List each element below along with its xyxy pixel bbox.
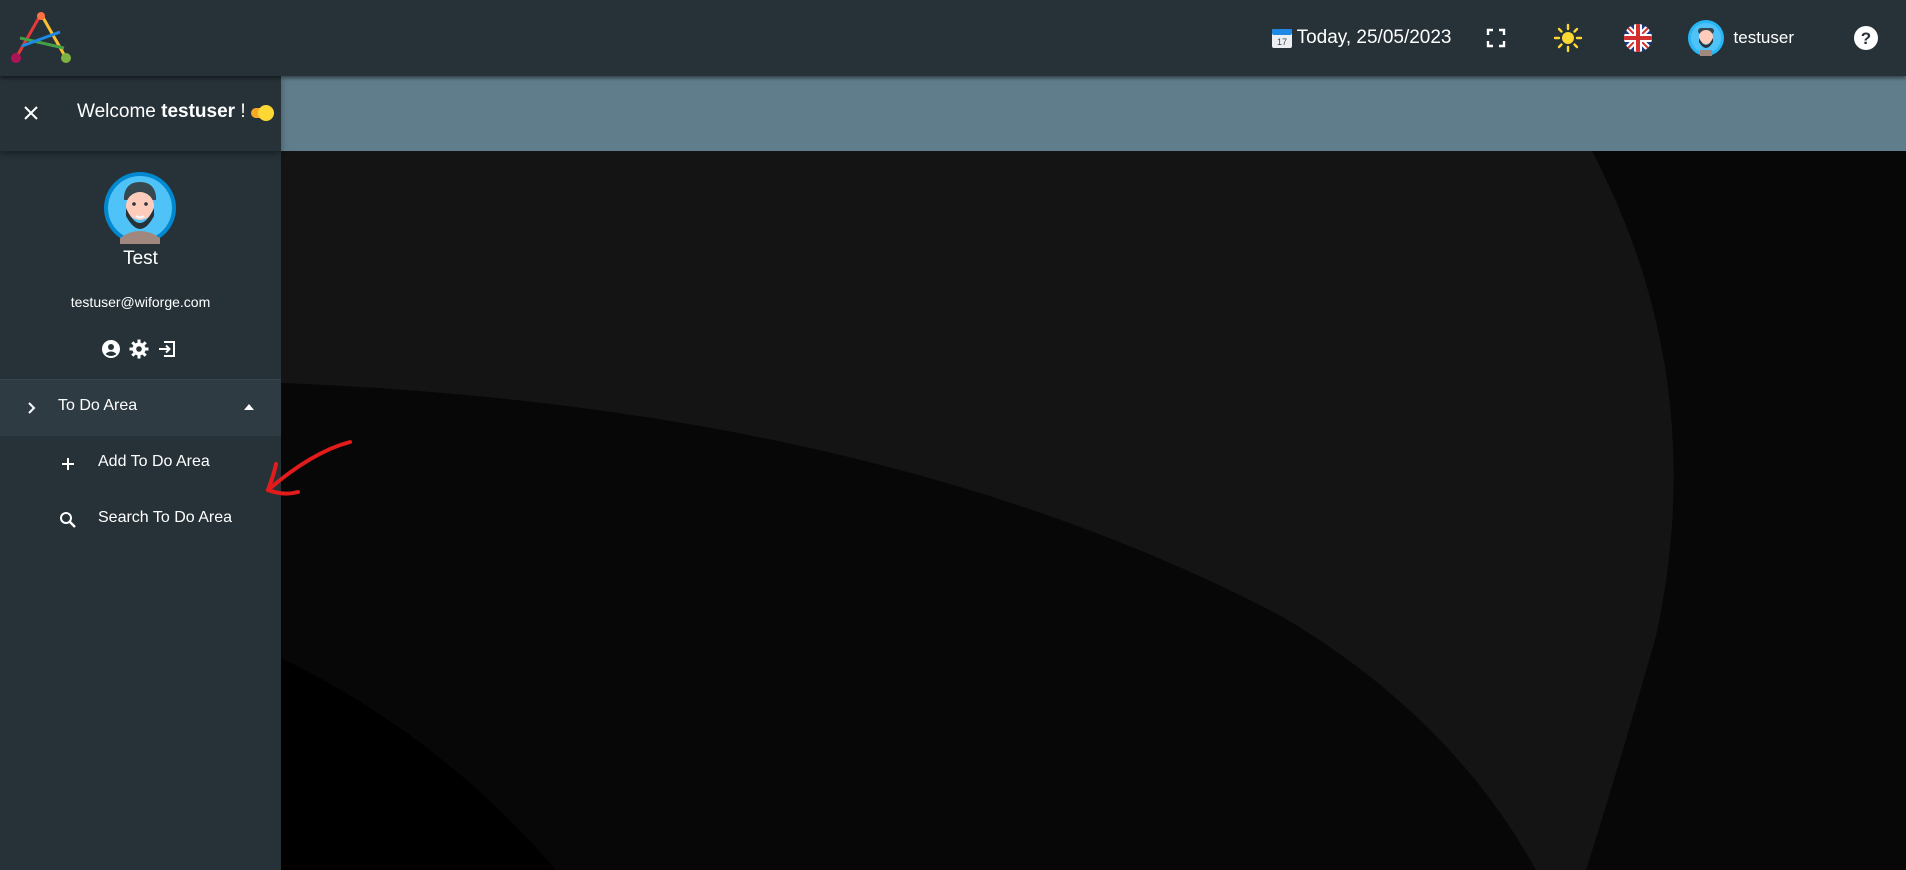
search-icon [60,512,76,528]
help-icon: ? [1854,26,1878,50]
profile-actions [100,338,178,360]
user-menu[interactable]: testuser [1687,20,1794,56]
profile-button[interactable] [100,338,122,360]
app-logo[interactable] [8,8,76,68]
welcome-username: testuser [161,101,236,122]
sidebar-item-search-todo-area[interactable]: Search To Do Area [0,492,281,548]
welcome-message: Welcome testuser ! [77,101,246,122]
date-text: Today, 25/05/2023 [1296,27,1452,48]
top-app-bar: 17 Today, 25/05/2023 testuser ? [0,0,1906,76]
sidebar: Welcome testuser ! Test testuser@wiforge… [0,76,281,870]
theme-toggle-button[interactable] [1548,18,1588,58]
toggle-icon[interactable] [250,103,276,123]
profile-email: testuser@wiforge.com [70,294,211,310]
avatar [1687,20,1724,56]
sun-icon [1553,23,1582,53]
help-button[interactable]: ? [1846,18,1886,58]
plus-icon [62,458,74,470]
logout-icon [159,341,175,357]
welcome-bar: Welcome testuser ! [0,76,281,151]
chevron-right-icon [28,402,36,414]
fullscreen-icon [1486,28,1505,48]
svg-text:17: 17 [1277,37,1287,47]
sidebar-item-add-todo-area[interactable]: Add To Do Area [0,436,281,492]
sidebar-item-label: Add To Do Area [98,453,210,470]
fullscreen-button[interactable] [1476,18,1516,58]
username-label: testuser [1733,28,1794,47]
menu-group-label: To Do Area [58,397,138,414]
profile-name: Test [123,248,158,269]
logout-button[interactable] [156,338,178,360]
settings-button[interactable] [128,338,150,360]
close-icon [24,106,38,120]
calendar-icon: 17 [1271,29,1292,48]
sidebar-item-label: Search To Do Area [98,509,233,526]
profile-avatar [104,172,176,244]
language-button[interactable] [1618,18,1658,58]
header-banner [281,76,1906,151]
caret-up-icon [244,404,254,410]
uk-flag-icon [1623,24,1652,52]
gear-icon [129,339,149,359]
close-sidebar-button[interactable] [18,100,44,126]
account-circle-icon [102,340,120,358]
menu-group-todo-area[interactable]: To Do Area [0,380,281,436]
main-content [281,76,1906,870]
svg-text:?: ? [1861,29,1871,48]
background-shapes [281,76,1674,870]
date-display: 17 Today, 25/05/2023 [1271,27,1452,49]
